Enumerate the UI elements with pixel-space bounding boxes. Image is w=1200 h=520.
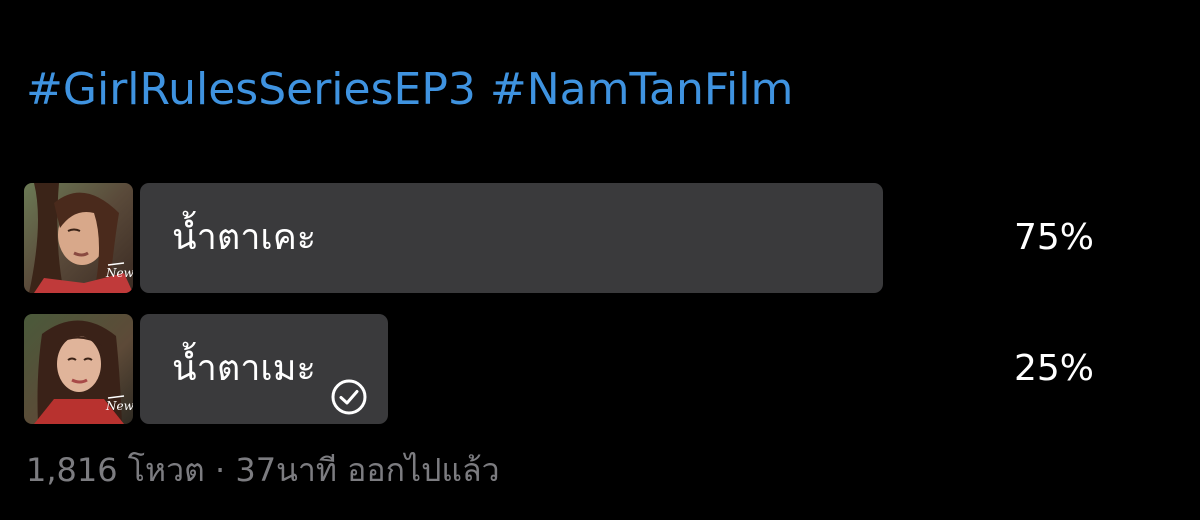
option-1-label: น้ำตาเคะ — [172, 217, 317, 258]
poll-option-2[interactable]: New น้ำตาเมะ 25% — [24, 314, 1094, 424]
poll-status: ออกไปแล้ว — [347, 451, 500, 489]
option-2-percent: 25% — [1013, 348, 1094, 389]
vote-count: 1,816 โหวต — [26, 451, 205, 489]
tweet-hashtags: #GirlRulesSeriesEP3 #NamTanFilm — [26, 62, 793, 118]
poll-option-1[interactable]: New น้ำตาเคะ 75% — [24, 183, 1094, 293]
meta-separator: · — [214, 451, 226, 489]
check-circle-icon — [330, 350, 368, 415]
option-2-label: น้ำตาเมะ — [172, 348, 316, 389]
poll-card: #GirlRulesSeriesEP3 #NamTanFilm New น้ำต… — [0, 0, 1200, 520]
watermark-text: New — [105, 399, 133, 413]
option-2-label-wrap: น้ำตาเมะ — [172, 314, 368, 424]
option-2-thumbnail: New — [24, 314, 133, 424]
poll-time: 37นาที — [235, 451, 337, 489]
watermark-text: New — [105, 266, 133, 280]
hashtag-link-namtanfilm[interactable]: #NamTanFilm — [490, 64, 793, 115]
hashtag-link-girlrules[interactable]: #GirlRulesSeriesEP3 — [26, 64, 476, 115]
actress-crying-thumbnail: New — [24, 314, 133, 424]
poll-meta: 1,816 โหวต · 37นาที ออกไปแล้ว — [26, 448, 500, 492]
actress-crying-thumbnail: New — [24, 183, 133, 293]
option-1-label-wrap: น้ำตาเคะ — [172, 183, 316, 293]
option-1-percent: 75% — [1013, 217, 1094, 258]
option-1-thumbnail: New — [24, 183, 133, 293]
